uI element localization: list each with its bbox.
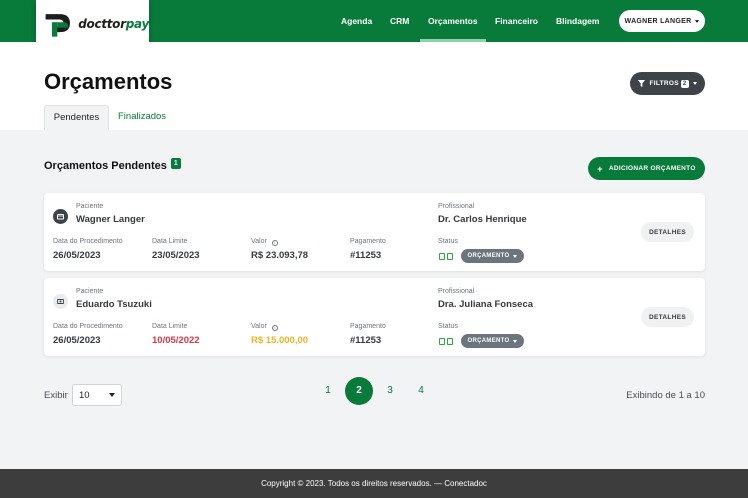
patient-label: Paciente	[76, 203, 104, 210]
page-link-1[interactable]: 1	[314, 377, 342, 405]
professional-name: Dr. Carlos Henrique	[438, 214, 527, 225]
document-icons	[439, 253, 453, 260]
filters-count-badge: 2	[680, 79, 689, 88]
nav-blindagem[interactable]: Blindagem	[556, 0, 599, 42]
logo-text: docttorpay	[78, 16, 149, 31]
footer-text: Copyright © 2023. Todos os direitos rese…	[261, 479, 487, 488]
status-value: ORÇAMENTO	[467, 253, 510, 259]
add-budget-button[interactable]: + ADICIONAR ORÇAMENTO	[588, 157, 705, 180]
add-budget-label: ADICIONAR ORÇAMENTO	[608, 165, 696, 172]
top-navbar: docttorpay Agenda CRM Orçamentos Finance…	[0, 0, 748, 47]
procedure-date-value: 26/05/2023	[53, 335, 101, 346]
pagination-summary: Exibindo de 1 a 10	[626, 390, 705, 401]
professional-label: Profissional	[438, 288, 475, 295]
payment-value: #11253	[350, 250, 382, 261]
tab-pendentes[interactable]: Pendentes	[44, 105, 109, 130]
chevron-down-icon	[513, 339, 518, 343]
limit-date-value: 23/05/2023	[152, 250, 200, 261]
logo[interactable]: docttorpay	[36, 0, 149, 47]
professional-label: Profissional	[438, 203, 475, 210]
patient-label: Paciente	[76, 288, 104, 295]
patient-name: Eduardo Tsuzuki	[76, 299, 152, 310]
page-size-label: Exibir	[44, 390, 68, 401]
page-header: Orçamentos FILTROS 2 Pendentes Finalizad…	[0, 42, 748, 130]
document-icons	[439, 338, 453, 345]
status-value: ORÇAMENTO	[467, 338, 510, 344]
nav-crm[interactable]: CRM	[390, 0, 409, 42]
patient-name: Wagner Langer	[76, 214, 145, 225]
nav-orcamentos[interactable]: Orçamentos	[420, 0, 486, 42]
budget-card: Paciente Wagner Langer Profissional Dr. …	[44, 193, 705, 271]
status-dropdown[interactable]: ORÇAMENTO	[461, 249, 524, 263]
page-link-2[interactable]: 2	[345, 377, 373, 405]
wallet-icon	[53, 209, 68, 224]
chevron-down-icon	[695, 19, 700, 23]
tab-finalizados[interactable]: Finalizados	[118, 105, 166, 130]
chevron-down-icon	[692, 82, 697, 85]
footer: Copyright © 2023. Todos os direitos rese…	[0, 469, 748, 498]
status-label: Status	[438, 238, 458, 245]
payment-label: Pagamento	[350, 323, 386, 330]
filter-icon	[638, 80, 646, 87]
limit-date-value: 10/05/2022	[152, 335, 200, 346]
value-label: Valor i	[251, 238, 278, 246]
value-amount: R$ 15.000,00	[251, 335, 309, 346]
logo-mark-icon	[45, 13, 70, 37]
status-label: Status	[438, 323, 458, 330]
page-size-value: 10	[79, 389, 90, 401]
procedure-date-value: 26/05/2023	[53, 250, 101, 261]
nav-financeiro[interactable]: Financeiro	[495, 0, 538, 42]
money-icon	[53, 294, 68, 309]
document-icon[interactable]	[439, 253, 445, 260]
chevron-down-icon	[109, 393, 115, 397]
chevron-down-icon	[513, 254, 518, 258]
payment-label: Pagamento	[350, 238, 386, 245]
status-dropdown[interactable]: ORÇAMENTO	[461, 334, 524, 348]
user-menu-label: WAGNER LANGER	[624, 17, 692, 25]
details-button[interactable]: DETALHES	[641, 307, 694, 327]
plus-icon: +	[597, 163, 603, 174]
info-icon[interactable]: i	[271, 325, 278, 331]
page-size-select[interactable]: 10	[72, 384, 122, 406]
document-icon[interactable]	[439, 338, 445, 345]
document-icon[interactable]	[447, 338, 453, 345]
pending-count-badge: 1	[170, 157, 181, 169]
limit-date-label: Data Limite	[152, 238, 188, 245]
filters-button[interactable]: FILTROS 2	[630, 72, 705, 95]
budget-card: Paciente Eduardo Tsuzuki Profissional Dr…	[44, 278, 705, 356]
page-link-4[interactable]: 4	[407, 377, 435, 405]
page-link-3[interactable]: 3	[376, 377, 404, 405]
limit-date-label: Data Limite	[152, 323, 188, 330]
document-icon[interactable]	[447, 253, 453, 260]
value-label: Valor i	[251, 323, 278, 331]
procedure-date-label: Data do Procedimento	[53, 323, 123, 330]
page-title: Orçamentos	[44, 69, 173, 94]
professional-name: Dra. Juliana Fonseca	[438, 299, 534, 310]
filters-label: FILTROS	[649, 80, 679, 87]
user-menu-button[interactable]: WAGNER LANGER	[619, 10, 705, 32]
procedure-date-label: Data do Procedimento	[53, 238, 123, 245]
section-title-text: Orçamentos Pendentes	[44, 160, 167, 172]
details-button[interactable]: DETALHES	[641, 222, 694, 242]
payment-value: #11253	[350, 335, 382, 346]
value-amount: R$ 23.093,78	[251, 250, 309, 261]
info-icon[interactable]: i	[271, 240, 278, 246]
section-title: Orçamentos Pendentes 1	[44, 157, 181, 172]
nav-agenda[interactable]: Agenda	[341, 0, 372, 42]
